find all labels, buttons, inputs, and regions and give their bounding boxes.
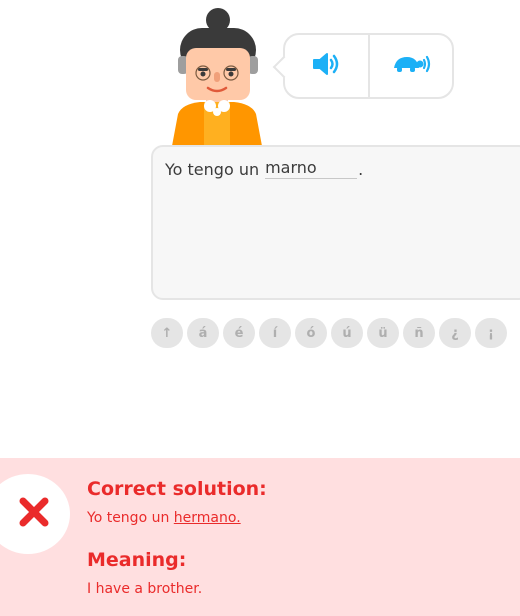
key-u-acute[interactable]: ú: [331, 318, 363, 348]
audio-bubble: [283, 33, 454, 99]
play-audio-button[interactable]: [285, 35, 368, 97]
key-shift[interactable]: ↑: [151, 318, 183, 348]
key-u-umlaut[interactable]: ü: [367, 318, 399, 348]
sentence-prefix: Yo tengo un: [165, 160, 260, 179]
correct-solution-prefix: Yo tengo un: [87, 510, 174, 526]
correct-solution-text: Yo tengo un hermano.: [87, 510, 241, 526]
speaker-icon: [311, 51, 341, 81]
play-slow-audio-button[interactable]: [367, 35, 453, 97]
key-n-tilde[interactable]: ñ: [403, 318, 435, 348]
turtle-icon: [390, 51, 432, 81]
character-avatar: [160, 6, 272, 146]
meaning-text: I have a brother.: [87, 581, 203, 597]
key-inverted-exclamation[interactable]: ¡: [475, 318, 507, 348]
answer-field[interactable]: marno: [265, 159, 358, 179]
key-e-acute[interactable]: é: [223, 318, 255, 348]
meaning-heading: Meaning:: [87, 549, 187, 571]
key-inverted-question[interactable]: ¿: [439, 318, 471, 348]
sentence-suffix: .: [358, 160, 364, 179]
key-a-acute[interactable]: á: [187, 318, 219, 348]
close-icon: [5, 495, 51, 533]
special-character-keys: ↑ á é í ó ú ü ñ ¿ ¡: [151, 318, 507, 348]
key-i-acute[interactable]: í: [259, 318, 291, 348]
correct-solution-highlight: hermano.: [173, 510, 241, 526]
sentence: Yo tengo un marno .: [165, 159, 517, 179]
answer-input-box[interactable]: Yo tengo un marno .: [151, 145, 520, 300]
incorrect-badge: [0, 474, 70, 554]
incorrect-feedback-panel: Correct solution: Yo tengo un hermano. M…: [0, 458, 520, 616]
correct-solution-heading: Correct solution:: [87, 478, 267, 500]
key-o-acute[interactable]: ó: [295, 318, 327, 348]
